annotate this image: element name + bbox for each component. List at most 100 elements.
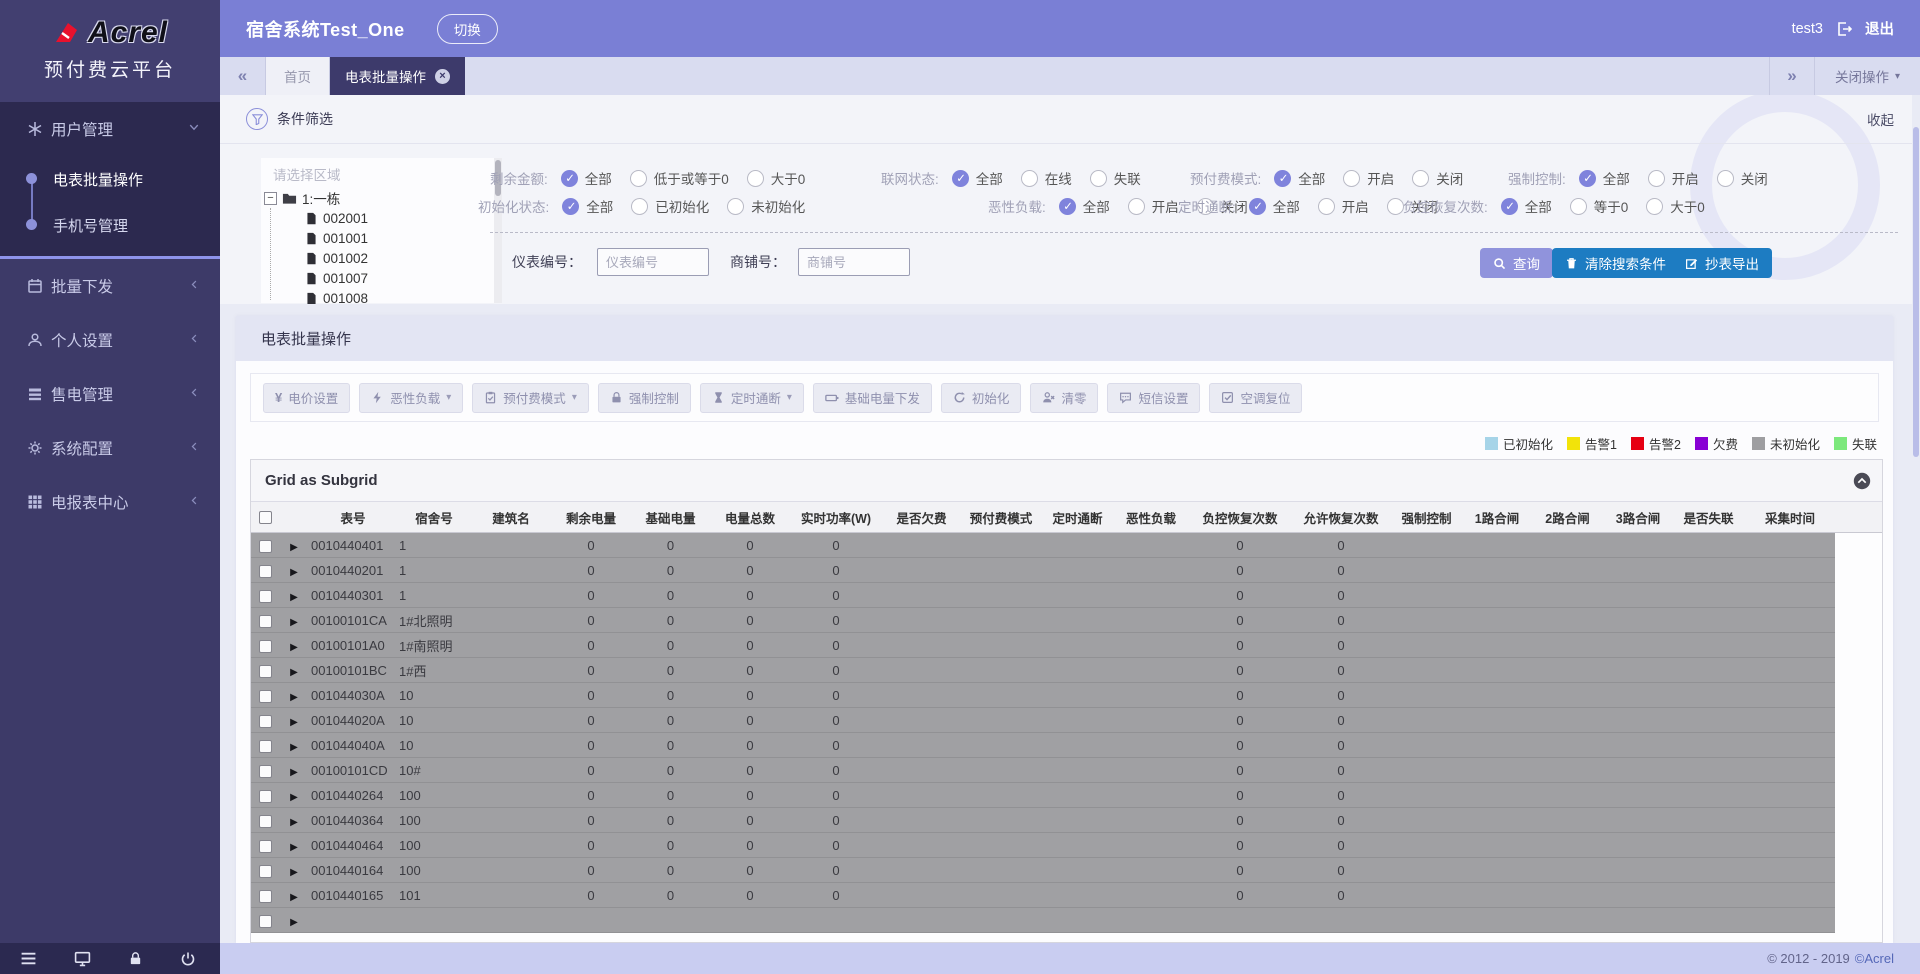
radio-option[interactable]: 开启 [1128,196,1179,216]
radio-option[interactable]: 关闭 [1717,168,1768,188]
sidebar-item[interactable]: 个人设置 [0,313,220,367]
grid-col-header[interactable]: 表号 [309,508,397,527]
grid-collapse-icon[interactable] [1853,472,1871,490]
radio-checked-icon[interactable] [1274,170,1291,187]
row-checkbox[interactable] [259,840,272,853]
row-checkbox[interactable] [259,565,272,578]
radio-option[interactable]: 大于0 [747,168,806,188]
clear-search-button[interactable]: 清除搜索条件 [1552,248,1679,278]
row-expand-icon[interactable]: ▶ [290,592,298,603]
row-expand-icon[interactable]: ▶ [290,542,298,553]
row-checkbox[interactable] [259,665,272,678]
radio-unchecked-icon[interactable] [1318,198,1335,215]
row-checkbox[interactable] [259,865,272,878]
radio-option[interactable]: 关闭 [1412,168,1463,188]
sidebar-item[interactable]: 用户管理 [0,102,220,156]
radio-option[interactable]: 大于0 [1646,196,1705,216]
row-expand-icon[interactable]: ▶ [290,892,298,903]
grid-col-header[interactable]: 是否失联 [1672,508,1745,527]
row-expand-icon[interactable]: ▶ [290,842,298,853]
grid-col-header[interactable]: 实时功率(W) [790,508,882,527]
grid-col-header[interactable]: 恶性负载 [1114,508,1188,527]
radio-option[interactable]: 全部 [1501,196,1552,216]
radio-option[interactable]: 全部 [1579,168,1630,188]
radio-unchecked-icon[interactable] [631,198,648,215]
row-expand-icon[interactable]: ▶ [290,767,298,778]
row-checkbox[interactable] [259,590,272,603]
row-expand-icon[interactable]: ▶ [290,792,298,803]
toolbar-button[interactable]: 基础电量下发 [813,383,932,413]
tree-leaf[interactable]: 001001 [261,228,502,248]
table-row[interactable]: ▶ [251,908,1835,933]
row-expand-icon[interactable]: ▶ [290,742,298,753]
row-checkbox[interactable] [259,615,272,628]
radio-unchecked-icon[interactable] [630,170,647,187]
row-checkbox[interactable] [259,540,272,553]
tree-leaf[interactable]: 001008 [261,288,502,304]
sidebar-subitem[interactable]: 电表批量操作 [0,156,220,202]
table-row[interactable]: ▶00104404011000000 [251,533,1835,558]
grid-col-header[interactable]: 电量总数 [710,508,790,527]
monitor-icon[interactable] [74,950,91,967]
table-row[interactable]: ▶00100101A01#南照明000000 [251,633,1835,658]
radio-option[interactable]: 全部 [562,196,613,216]
tab-close-icon[interactable]: × [435,69,450,84]
table-row[interactable]: ▶001044030A10000000 [251,683,1835,708]
radio-option[interactable]: 开启 [1343,168,1394,188]
radio-option[interactable]: 全部 [1249,196,1300,216]
table-row[interactable]: ▶0010440464100000000 [251,833,1835,858]
row-expand-icon[interactable]: ▶ [290,917,298,928]
query-button[interactable]: 查询 [1480,248,1553,278]
switch-system-button[interactable]: 切换 [437,14,498,44]
row-checkbox[interactable] [259,815,272,828]
logout-icon[interactable] [1836,21,1852,37]
grid-col-header[interactable]: 3路合闸 [1604,508,1672,527]
sidebar-item[interactable]: 电报表中心 [0,475,220,529]
sidebar-subitem[interactable]: 手机号管理 [0,202,220,248]
table-row[interactable]: ▶001044020A10000000 [251,708,1835,733]
radio-checked-icon[interactable] [562,198,579,215]
page-scrollbar[interactable] [1912,95,1920,943]
tabs-scroll-left-button[interactable]: « [220,57,266,95]
radio-option[interactable]: 在线 [1021,168,1072,188]
radio-unchecked-icon[interactable] [727,198,744,215]
grid-col-header[interactable]: 定时通断 [1041,508,1114,527]
table-row[interactable]: ▶001044040A10000000 [251,733,1835,758]
radio-unchecked-icon[interactable] [1090,170,1107,187]
logout-button[interactable]: 退出 [1865,18,1894,39]
row-checkbox[interactable] [259,890,272,903]
row-expand-icon[interactable]: ▶ [290,817,298,828]
tree-leaf[interactable]: 001007 [261,268,502,288]
radio-unchecked-icon[interactable] [1128,198,1145,215]
radio-option[interactable]: 全部 [561,168,612,188]
row-checkbox[interactable] [259,715,272,728]
tab-home[interactable]: 首页 [266,57,330,95]
menu-icon[interactable] [20,950,37,967]
table-row[interactable]: ▶0010440364100000000 [251,808,1835,833]
table-row[interactable]: ▶00100101BC1#西000000 [251,658,1835,683]
row-expand-icon[interactable]: ▶ [290,617,298,628]
radio-option[interactable]: 全部 [1274,168,1325,188]
radio-checked-icon[interactable] [561,170,578,187]
radio-unchecked-icon[interactable] [747,170,764,187]
grid-col-header[interactable]: 强制控制 [1390,508,1463,527]
radio-option[interactable]: 失联 [1090,168,1141,188]
row-checkbox[interactable] [259,790,272,803]
radio-unchecked-icon[interactable] [1021,170,1038,187]
radio-option[interactable]: 全部 [1059,196,1110,216]
toolbar-button[interactable]: 恶性负载▾ [359,383,463,413]
radio-option[interactable]: 低于或等于0 [630,168,729,188]
row-checkbox[interactable] [259,740,272,753]
sidebar-item[interactable]: 售电管理 [0,367,220,421]
power-icon[interactable] [180,951,196,967]
collapse-filter-link[interactable]: 收起 [1867,109,1894,129]
radio-unchecked-icon[interactable] [1648,170,1665,187]
sidebar-item[interactable]: 批量下发 [0,259,220,313]
grid-col-header[interactable]: 剩余电量 [551,508,631,527]
table-row[interactable]: ▶00100101CD10#000000 [251,758,1835,783]
toolbar-button[interactable]: 定时通断▾ [700,383,804,413]
row-expand-icon[interactable]: ▶ [290,567,298,578]
radio-unchecked-icon[interactable] [1646,198,1663,215]
row-checkbox[interactable] [259,690,272,703]
toolbar-button[interactable]: 初始化 [941,383,1022,413]
